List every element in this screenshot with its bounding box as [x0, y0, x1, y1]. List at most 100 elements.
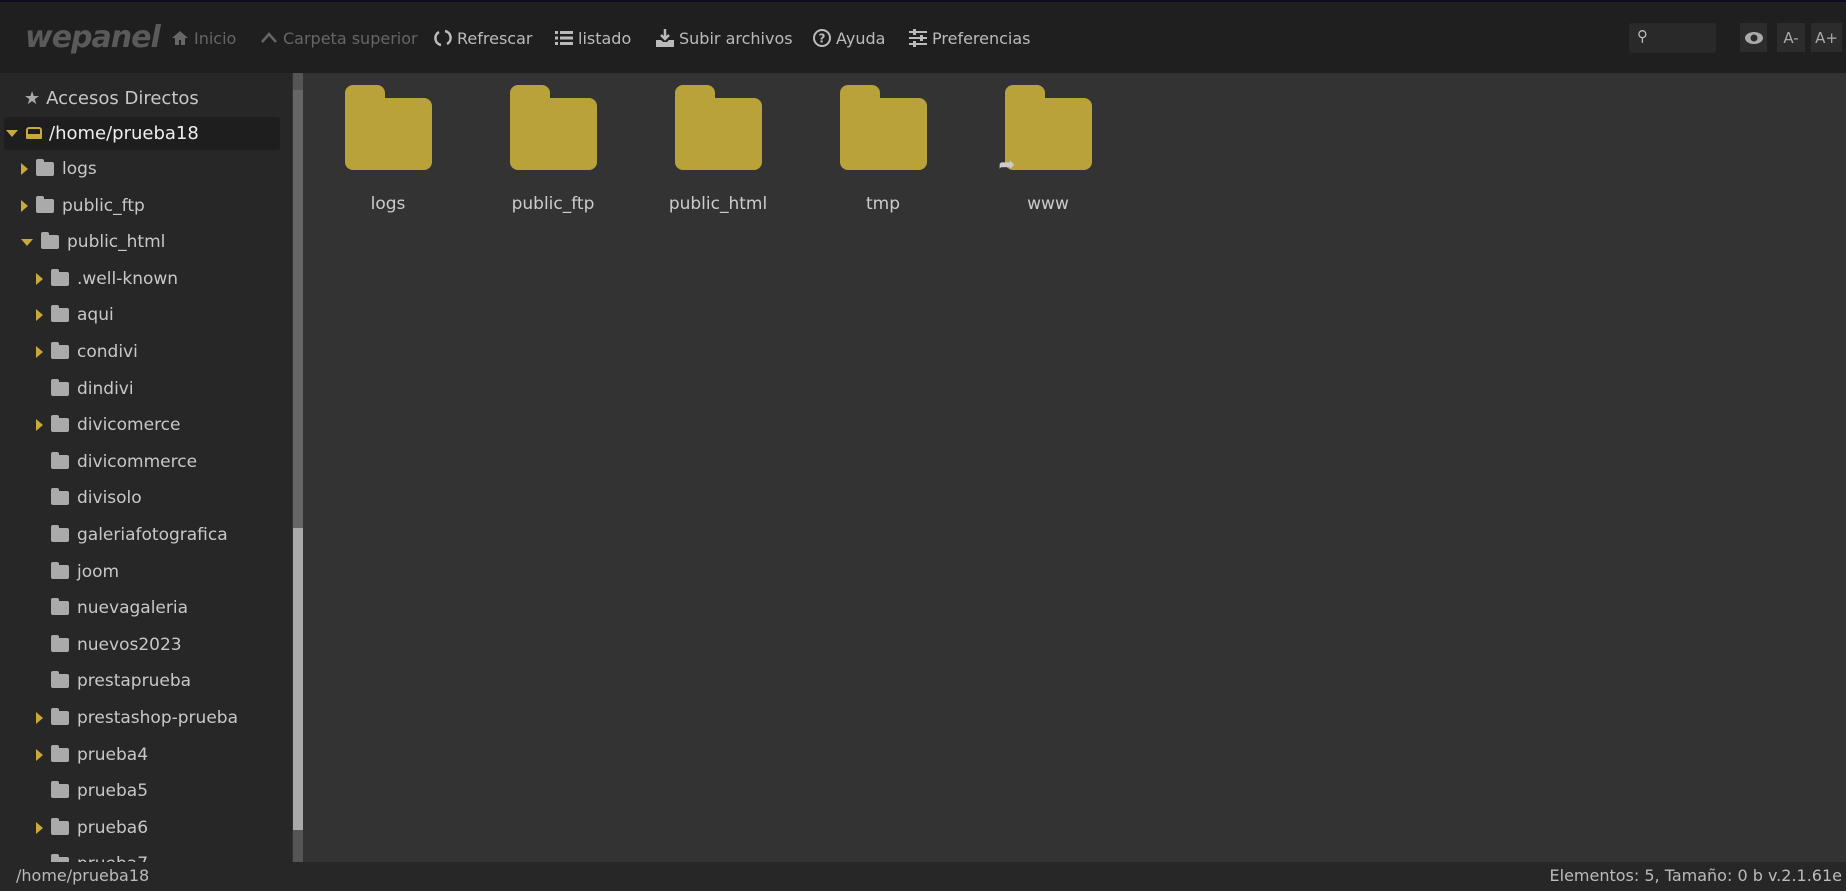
tree-item[interactable]: divicommerce	[36, 445, 197, 479]
folder-name: tmp	[865, 194, 901, 214]
preferences-button[interactable]: Preferencias	[908, 28, 1031, 48]
refresh-icon	[434, 29, 452, 47]
folder-icon	[36, 159, 54, 176]
caret-right-icon[interactable]	[36, 272, 43, 285]
scrollbar-track	[293, 90, 303, 528]
folder-item[interactable]: tmp	[808, 85, 958, 214]
status-text: Elementos: 5, Tamaño: 0 b v.2.1.61e	[1549, 866, 1842, 885]
folder-icon	[839, 85, 927, 170]
folder-icon	[51, 744, 69, 762]
tree-item-label: prueba6	[77, 817, 149, 838]
folder-icon	[51, 671, 69, 689]
tree-item-label: joom	[77, 561, 120, 582]
caret-right-icon[interactable]	[36, 821, 43, 834]
refresh-label: Refrescar	[457, 28, 533, 48]
folder-item[interactable]: public_ftp	[478, 85, 628, 214]
tree-item[interactable]: prueba5	[36, 774, 148, 808]
tree-item[interactable]: joom	[36, 555, 119, 589]
tree-item[interactable]: galeriafotografica	[36, 518, 228, 552]
upload-button[interactable]: Subir archivos	[655, 28, 793, 48]
toolbar: wepanel Inicio Carpeta superior Refresca…	[0, 2, 1846, 73]
caret-right-icon[interactable]	[21, 199, 28, 212]
tree-item[interactable]: public_ftp	[21, 189, 145, 223]
tree-item[interactable]: prueba6	[36, 811, 148, 845]
tree-item[interactable]: prueba4	[36, 738, 148, 772]
tree-item-label: divicommerce	[77, 451, 198, 472]
caret-right-icon[interactable]	[36, 346, 43, 358]
tree-item[interactable]: nuevagaleria	[36, 591, 188, 625]
upload-label: Subir archivos	[679, 28, 793, 48]
font-increase-button[interactable]: A+	[1811, 23, 1842, 52]
caret-right-icon[interactable]	[36, 309, 43, 322]
folder-item[interactable]: public_html	[643, 85, 793, 214]
tree-item-label: prueba4	[77, 744, 149, 765]
caret-down-icon[interactable]	[21, 238, 33, 246]
folder-item[interactable]: ➦ www	[973, 85, 1123, 214]
folder-name: public_html	[668, 194, 768, 214]
tree-item-label: aqui	[77, 305, 114, 326]
search-input[interactable]: ⚲	[1629, 23, 1716, 53]
tree-item-label: dindivi	[77, 378, 134, 399]
parent-folder-button[interactable]: Carpeta superior	[259, 28, 418, 48]
tree-item-label: public_ftp	[62, 195, 145, 216]
folder-item[interactable]: logs	[313, 85, 463, 214]
tree-item-label: .well-known	[77, 268, 179, 289]
help-button[interactable]: ? Ayuda	[812, 28, 885, 48]
folder-icon	[51, 708, 69, 725]
folder-icon	[674, 85, 762, 170]
tree-item[interactable]: .well-known	[36, 262, 178, 296]
folder-icon	[51, 817, 69, 835]
tree-item[interactable]: prestashop-prueba	[36, 701, 238, 735]
search-icon: ⚲	[1637, 27, 1648, 45]
home-icon	[172, 31, 188, 45]
current-path: /home/prueba18	[16, 866, 150, 885]
star-icon: ★	[24, 87, 41, 109]
tree-item-label: galeriafotografica	[77, 525, 228, 545]
logo: wepanel	[25, 20, 161, 55]
tree-item[interactable]: condivi	[36, 335, 138, 369]
folder-icon	[51, 525, 69, 542]
caret-right-icon[interactable]	[21, 163, 28, 175]
drive-icon	[26, 127, 42, 139]
tree-item[interactable]: aqui	[36, 298, 114, 332]
list-view-button[interactable]: listado	[554, 28, 631, 48]
tree-item-label: divisolo	[77, 488, 142, 509]
tree-root[interactable]: /home/prueba18	[6, 116, 199, 150]
tree-item[interactable]: divicomerce	[36, 408, 181, 442]
refresh-button[interactable]: Refrescar	[433, 28, 532, 48]
folder-icon	[51, 342, 69, 359]
chevron-up-icon	[261, 32, 277, 43]
shortcuts-item[interactable]: ★ Accesos Directos	[24, 81, 199, 115]
tree-item[interactable]: dindivi	[36, 372, 134, 406]
upload-icon	[656, 29, 674, 47]
folder-icon	[51, 634, 69, 652]
caret-right-icon[interactable]	[36, 712, 43, 724]
help-label: Ayuda	[836, 28, 886, 48]
folder-icon	[51, 451, 69, 469]
tree-item[interactable]: nuevos2023	[36, 628, 182, 662]
folder-icon	[51, 415, 69, 433]
list-view-label: listado	[578, 28, 632, 48]
shortcuts-label: Accesos Directos	[46, 87, 199, 109]
folder-icon	[41, 232, 59, 250]
folder-icon	[36, 195, 54, 213]
folder-icon	[51, 378, 69, 396]
font-decrease-button[interactable]: A-	[1777, 23, 1805, 52]
caret-right-icon[interactable]	[36, 419, 43, 432]
status-bar: /home/prueba18 Elementos: 5, Tamaño: 0 b…	[0, 862, 1846, 891]
folder-icon	[509, 85, 597, 170]
tree-item-label: prestaprueba	[77, 671, 192, 692]
tree-item[interactable]: prestaprueba	[36, 664, 191, 698]
symlink-icon: ➦	[998, 152, 1016, 176]
toggle-view-button[interactable]	[1740, 23, 1767, 52]
tree-item[interactable]: public_html	[21, 225, 165, 259]
tree-item-label: divicomerce	[77, 415, 181, 436]
caret-right-icon[interactable]	[36, 748, 43, 761]
folder-icon	[344, 85, 432, 170]
tree-item[interactable]: divisolo	[36, 481, 142, 515]
tree-item[interactable]: logs	[21, 152, 97, 186]
scrollbar-thumb[interactable]	[293, 528, 303, 830]
folder-icon	[51, 598, 69, 616]
list-icon	[555, 31, 573, 45]
home-button[interactable]: Inicio	[170, 28, 236, 48]
